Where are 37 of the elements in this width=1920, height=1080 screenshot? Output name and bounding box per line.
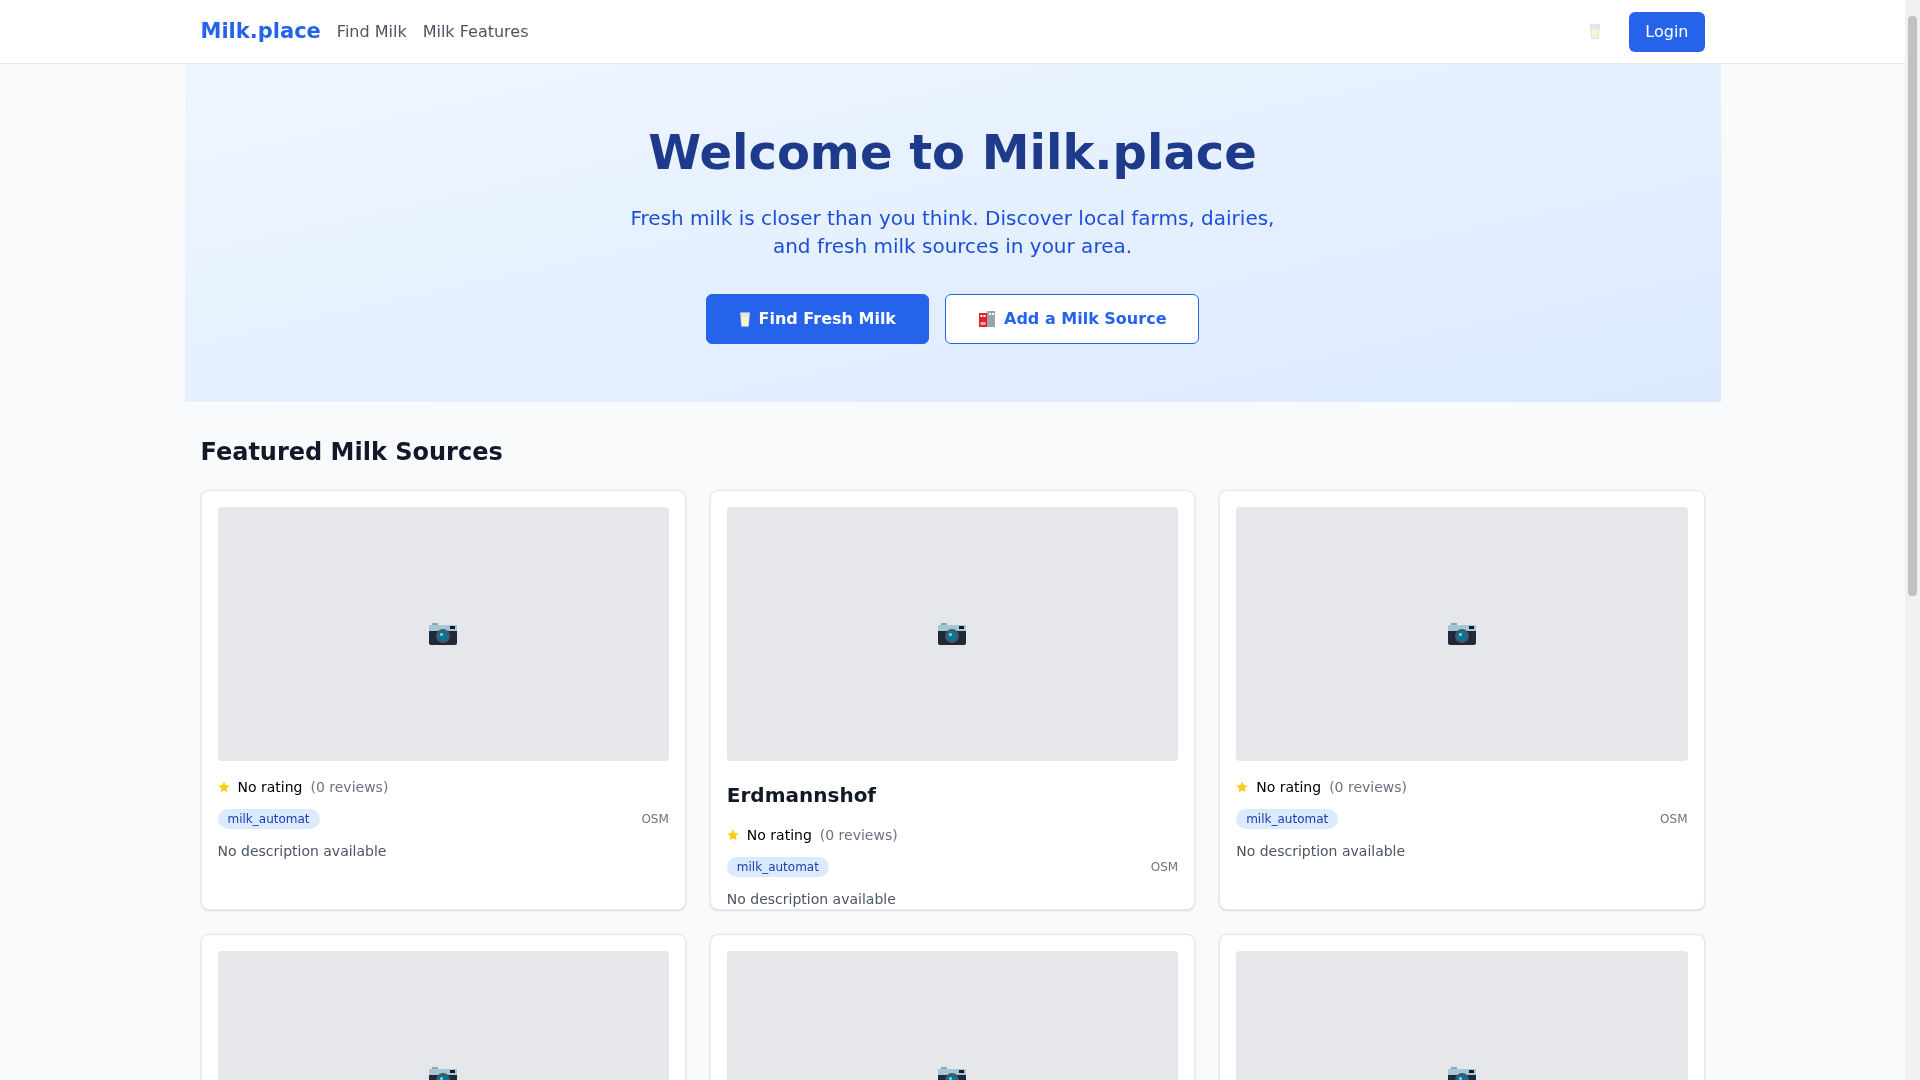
description: No description available <box>217 842 388 861</box>
hero-subtitle: Fresh milk is closer than you think. Discover local farms, dairies, and fresh milk sources in your area. <box>629 205 1276 260</box>
nav-link[interactable]: Milk Features <box>422 19 529 44</box>
section-title: Featured Milk Sources <box>200 437 504 468</box>
camera-icon <box>1447 623 1476 645</box>
milk-glass-icon <box>1589 23 1602 40</box>
rating-text: No rating <box>746 826 812 845</box>
camera-icon <box>429 623 458 645</box>
nav-link[interactable]: Find Milk <box>336 19 407 44</box>
review-count: (0 reviews) <box>310 778 389 797</box>
star-icon <box>726 829 739 841</box>
login-button[interactable]: Login <box>1629 11 1705 52</box>
rating-text: No rating <box>237 778 303 797</box>
site-logo[interactable]: Milk.place <box>200 15 321 48</box>
source-label: OSM <box>1150 859 1179 875</box>
scrollbar[interactable] <box>1905 0 1920 1080</box>
source-card[interactable]: Erdmannshof No rating (0 reviews) milk_automat OSM No description available <box>709 490 1196 910</box>
description: No description available <box>726 890 897 909</box>
star-icon <box>217 781 230 793</box>
review-count: (0 reviews) <box>1329 778 1407 797</box>
star-icon <box>1236 781 1249 793</box>
factory-icon <box>978 310 996 328</box>
source-label: OSM <box>1660 811 1688 827</box>
hero-button[interactable]: Find Fresh Milk <box>705 294 929 344</box>
category-tag: milk_automat <box>217 809 320 829</box>
review-count: (0 reviews) <box>819 826 898 845</box>
category-tag: milk_automat <box>726 857 829 877</box>
description: No description available <box>1236 842 1407 861</box>
source-name: Erdmannshof <box>726 782 878 809</box>
hero-button[interactable]: Add a Milk Source <box>945 294 1200 344</box>
source-label: OSM <box>641 811 669 827</box>
source-card[interactable]: No rating (0 reviews) milk_automat OSM No description available <box>200 490 686 910</box>
rating-text: No rating <box>1256 778 1322 797</box>
source-card[interactable]: No rating (0 reviews) milk_automat OSM No description available <box>1219 490 1705 910</box>
category-tag: milk_automat <box>1236 809 1339 829</box>
milk-glass-icon <box>738 310 751 328</box>
camera-icon <box>938 623 967 645</box>
